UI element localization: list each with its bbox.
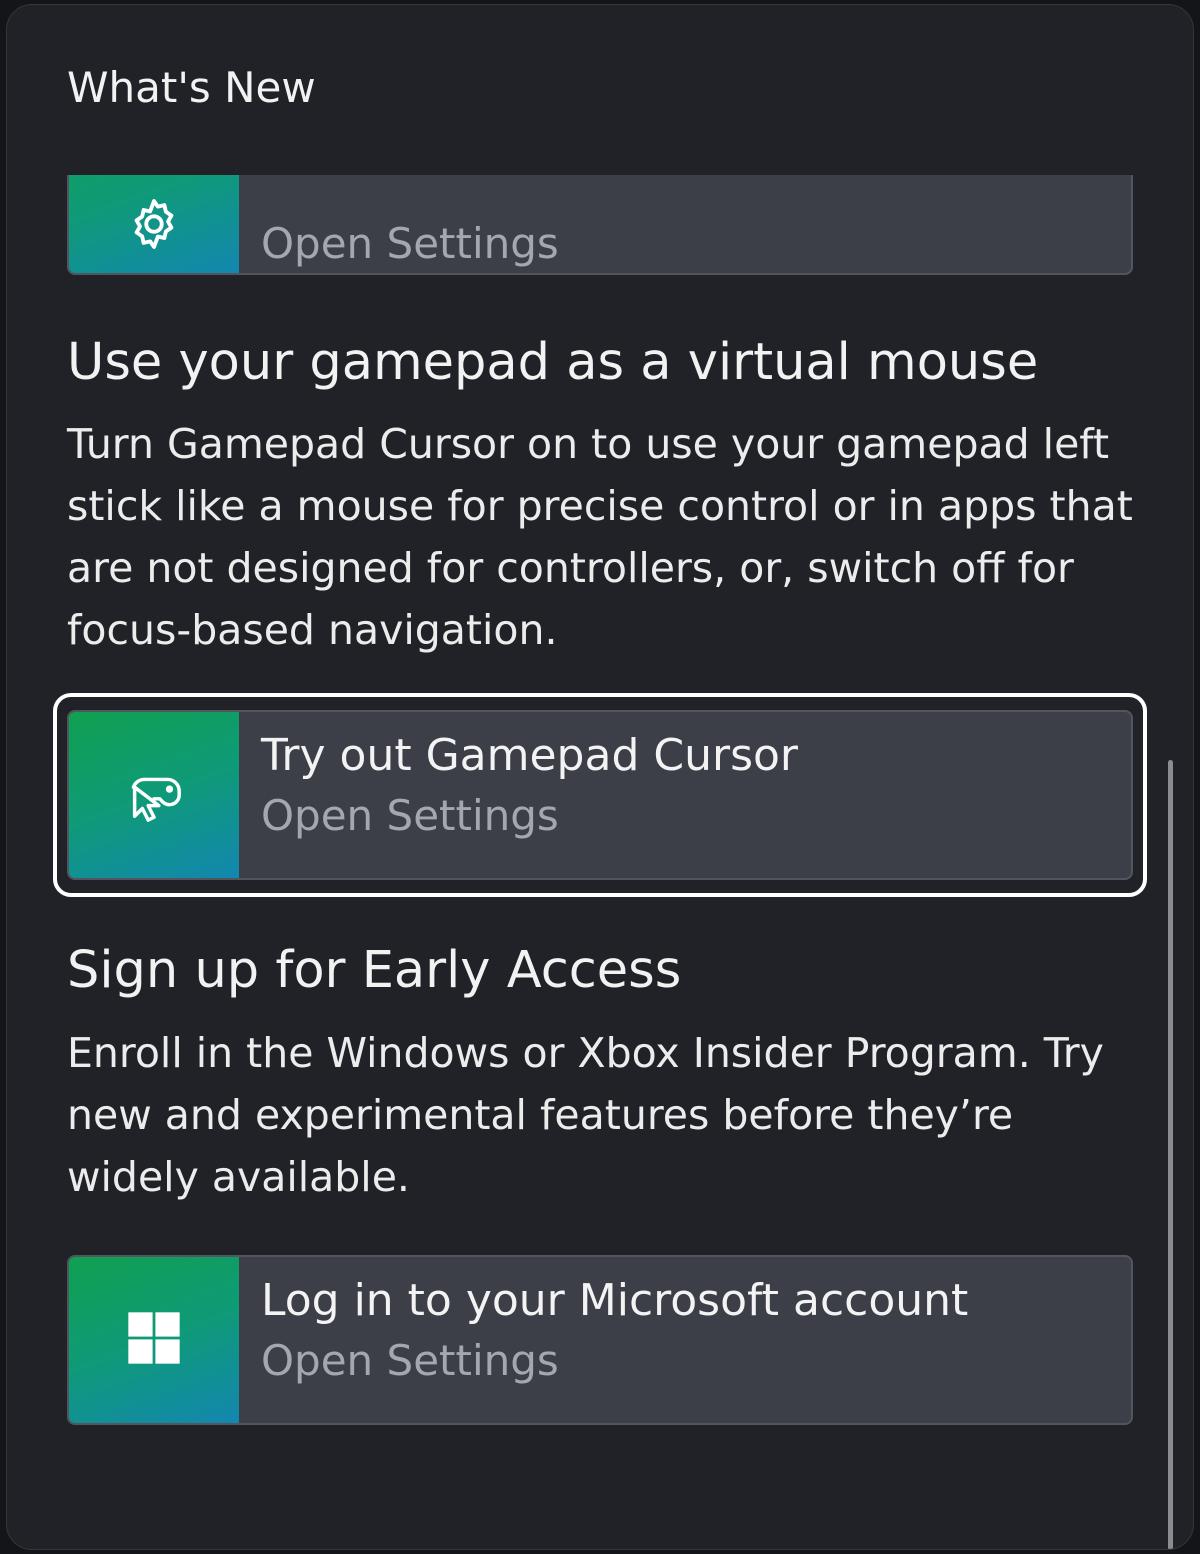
section-heading-early-access: Sign up for Early Access — [67, 941, 682, 1000]
panel-title: What's New — [67, 63, 316, 112]
try-gamepad-cursor-card[interactable]: Try out Gamepad Cursor Open Settings — [67, 710, 1133, 880]
card-icon-tile — [69, 175, 239, 273]
section-body-gamepad-mouse: Turn Gamepad Cursor on to use your gamep… — [67, 420, 1133, 654]
card-icon-tile — [69, 1257, 239, 1423]
gear-icon — [125, 195, 183, 257]
card-icon-tile — [69, 712, 239, 878]
section-body-early-access: Enroll in the Windows or Xbox Insider Pr… — [67, 1029, 1104, 1201]
windows-logo-icon — [126, 1310, 182, 1370]
whats-new-panel: What's New Open Settings Use your gamepa… — [6, 4, 1194, 1550]
card-subtitle: Open Settings — [261, 1335, 559, 1385]
microsoft-account-card[interactable]: Log in to your Microsoft account Open Se… — [67, 1255, 1133, 1425]
card-title: Log in to your Microsoft account — [261, 1275, 969, 1326]
card-title: Try out Gamepad Cursor — [261, 730, 799, 781]
section-heading-gamepad-mouse: Use your gamepad as a virtual mouse — [67, 333, 1039, 392]
whats-new-scroll-area[interactable]: Open Settings Use your gamepad as a virt… — [7, 175, 1193, 1549]
open-settings-card[interactable]: Open Settings — [67, 175, 1133, 275]
card-subtitle: Open Settings — [261, 219, 559, 268]
gamepad-cursor-icon — [123, 762, 185, 828]
card-subtitle: Open Settings — [261, 790, 559, 840]
vertical-scrollbar[interactable] — [1168, 760, 1173, 1549]
